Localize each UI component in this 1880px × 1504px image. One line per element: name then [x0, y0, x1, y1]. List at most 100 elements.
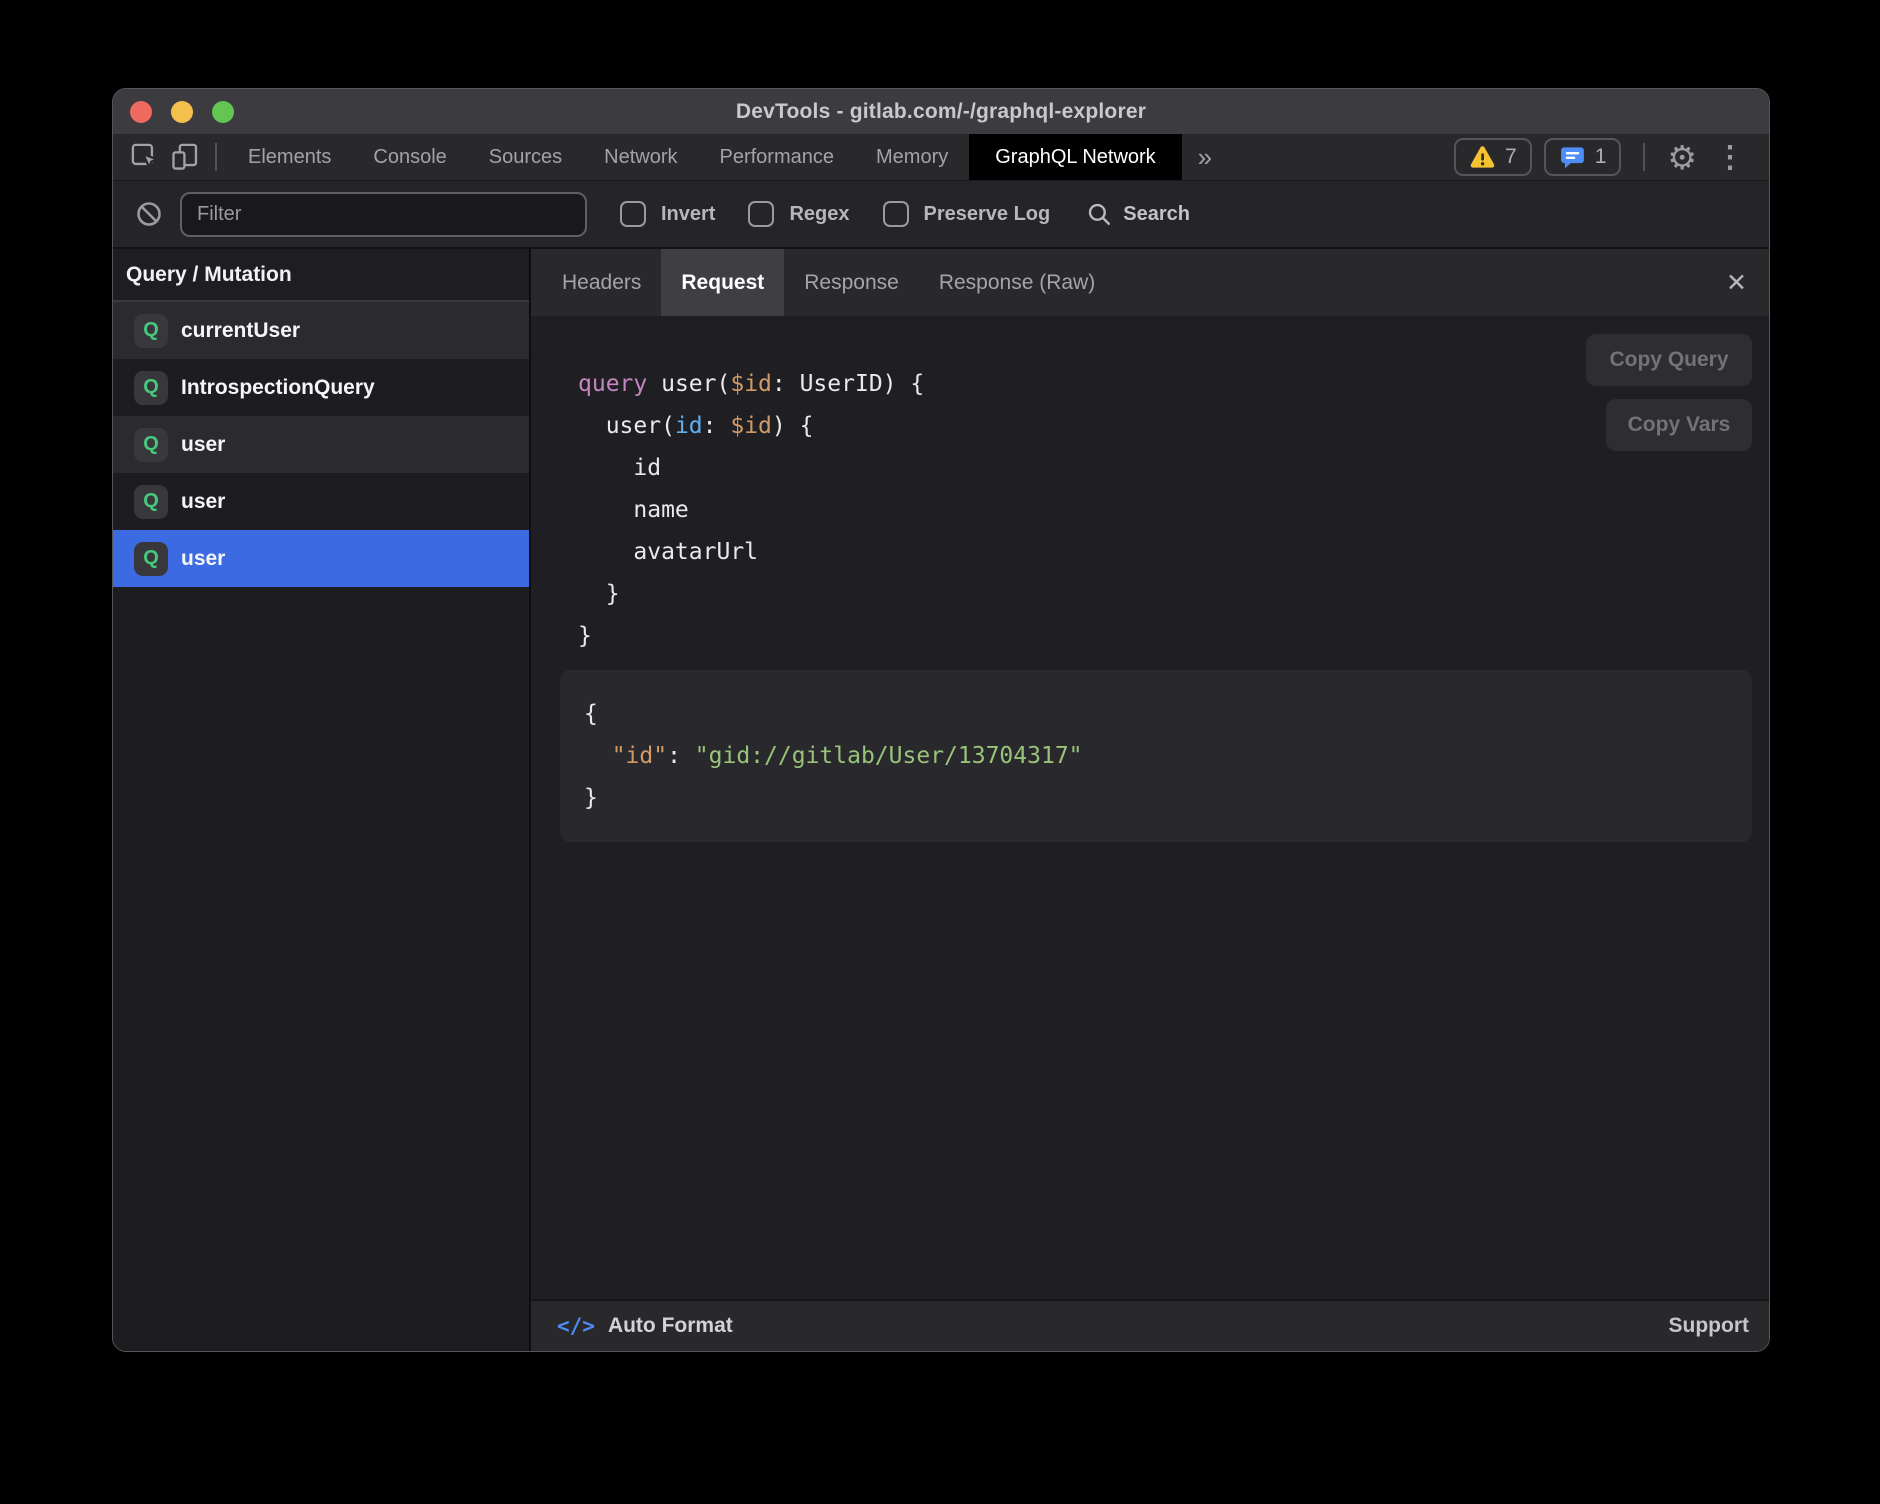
panel-tab-request[interactable]: Request [661, 249, 784, 316]
sidebar-item-label: user [181, 490, 225, 514]
badge-divider [1643, 143, 1645, 171]
panel-tabs: HeadersRequestResponseResponse (Raw) ✕ [531, 249, 1769, 316]
devtools-tab-memory[interactable]: Memory [855, 134, 969, 180]
code-token: "gid://gitlab/User/13704317" [695, 743, 1083, 769]
copy-buttons: Copy Query Copy Vars [1586, 334, 1752, 451]
checkbox-group-preserve-log[interactable]: Preserve Log [883, 201, 1051, 227]
sidebar-item-introspectionquery[interactable]: Q IntrospectionQuery [113, 359, 529, 416]
warnings-count: 7 [1505, 145, 1517, 169]
inspect-element-icon[interactable] [125, 134, 165, 180]
code-token: { [584, 701, 598, 727]
panel-tab-headers[interactable]: Headers [542, 249, 661, 316]
devtools-tab-sources[interactable]: Sources [468, 134, 583, 180]
code-line: } [578, 615, 1769, 657]
sidebar-item-user[interactable]: Quser [113, 473, 529, 530]
code-token: id [675, 413, 703, 439]
code-token: "id" [612, 743, 667, 769]
code-token: : [667, 743, 695, 769]
more-tabs-icon[interactable]: » [1182, 134, 1228, 180]
devtools-tab-network[interactable]: Network [583, 134, 698, 180]
code-line: { [584, 693, 1728, 735]
devtools-tabbar: ElementsConsoleSourcesNetworkPerformance… [113, 134, 1769, 181]
preserve-log-checkbox[interactable] [883, 201, 909, 227]
auto-format-button[interactable]: Auto Format [608, 1314, 733, 1338]
code-token: ) { [772, 413, 814, 439]
checkbox-group-invert[interactable]: Invert [620, 201, 715, 227]
sidebar-item-label: user [181, 547, 225, 571]
code-token: query [578, 371, 647, 397]
code-token: } [578, 623, 592, 649]
query-type-badge: Q [134, 371, 168, 405]
messages-badge[interactable]: 1 [1544, 138, 1622, 176]
code-token: : UserID) { [772, 371, 924, 397]
code-line: } [578, 573, 1769, 615]
titlebar: DevTools - gitlab.com/-/graphql-explorer [113, 89, 1769, 134]
support-link[interactable]: Support [1669, 1314, 1749, 1338]
code-token: user( [647, 371, 730, 397]
minimize-window-button[interactable] [171, 101, 193, 123]
query-type-badge: Q [134, 542, 168, 576]
code-token: id [578, 455, 661, 481]
devtools-window: DevTools - gitlab.com/-/graphql-explorer… [112, 88, 1770, 1352]
filter-bar: Invert Regex Preserve Log Search [113, 181, 1769, 249]
code-line: "id": "gid://gitlab/User/13704317" [584, 735, 1728, 777]
warnings-badge[interactable]: 7 [1454, 138, 1532, 176]
settings-gear-icon[interactable]: ⚙ [1667, 141, 1697, 174]
warning-triangle-icon [1469, 145, 1496, 170]
sidebar-item-currentuser[interactable]: QcurrentUser [113, 302, 529, 359]
query-type-badge: Q [134, 314, 168, 348]
request-body: Copy Query Copy Vars query user($id: Use… [531, 316, 1769, 1351]
code-line: avatarUrl [578, 531, 1769, 573]
devtools-tab-elements[interactable]: Elements [227, 134, 352, 180]
sidebar-item-user[interactable]: Quser [113, 530, 529, 587]
filter-checkboxes: Invert Regex Preserve Log [587, 201, 1050, 227]
search-icon [1086, 201, 1112, 227]
window-title: DevTools - gitlab.com/-/graphql-explorer [736, 100, 1146, 124]
code-token: $id [730, 413, 772, 439]
preserve-log-checkbox-label: Preserve Log [924, 203, 1051, 226]
panel-footer: </> Auto Format Support [531, 1299, 1769, 1351]
panel-tab-response-raw[interactable]: Response (Raw) [919, 249, 1115, 316]
regex-checkbox-label: Regex [789, 203, 849, 226]
sidebar-item-label: user [181, 433, 225, 457]
sidebar-item-label: IntrospectionQuery [181, 376, 375, 400]
tabbar-right: 7 1 ⚙ ⋮ [1454, 134, 1769, 180]
code-line: id [578, 447, 1769, 489]
code-line: } [584, 777, 1728, 819]
sidebar-item-user[interactable]: Quser [113, 416, 529, 473]
graphql-variables-box: { "id": "gid://gitlab/User/13704317"} [560, 670, 1752, 842]
close-panel-icon[interactable]: ✕ [1726, 268, 1747, 298]
regex-checkbox[interactable] [748, 201, 774, 227]
code-token [584, 743, 612, 769]
zoom-window-button[interactable] [212, 101, 234, 123]
panel-tabs-list: HeadersRequestResponseResponse (Raw) [542, 249, 1115, 316]
traffic-lights [130, 89, 234, 134]
device-toolbar-icon[interactable] [165, 134, 205, 180]
invert-checkbox[interactable] [620, 201, 646, 227]
devtools-tabs: ElementsConsoleSourcesNetworkPerformance… [227, 134, 1182, 180]
query-type-badge: Q [134, 428, 168, 462]
search-button[interactable]: Search [1086, 201, 1190, 227]
copy-vars-button[interactable]: Copy Vars [1606, 399, 1752, 451]
code-token: avatarUrl [578, 539, 758, 565]
code-token: $id [730, 371, 772, 397]
devtools-tab-graphql-network[interactable]: GraphQL Network [969, 134, 1181, 180]
code-brackets-icon: </> [557, 1314, 595, 1338]
close-window-button[interactable] [130, 101, 152, 123]
checkbox-group-regex[interactable]: Regex [748, 201, 849, 227]
devtools-tab-console[interactable]: Console [352, 134, 467, 180]
block-clear-icon[interactable] [135, 200, 163, 228]
chat-bubble-icon [1559, 144, 1586, 171]
query-sidebar: Query / Mutation QcurrentUserQIntrospect… [113, 249, 529, 1351]
query-type-badge: Q [134, 485, 168, 519]
code-token: user( [578, 413, 675, 439]
panel-tab-response[interactable]: Response [784, 249, 919, 316]
graphql-query-code: query user($id: UserID) { user(id: $id) … [531, 316, 1769, 657]
invert-checkbox-label: Invert [661, 203, 715, 226]
kebab-menu-icon[interactable]: ⋮ [1709, 140, 1751, 175]
code-token: : [703, 413, 731, 439]
request-detail-panel: HeadersRequestResponseResponse (Raw) ✕ C… [531, 249, 1769, 1351]
copy-query-button[interactable]: Copy Query [1586, 334, 1752, 386]
devtools-tab-performance[interactable]: Performance [699, 134, 856, 180]
filter-input[interactable] [180, 192, 587, 237]
